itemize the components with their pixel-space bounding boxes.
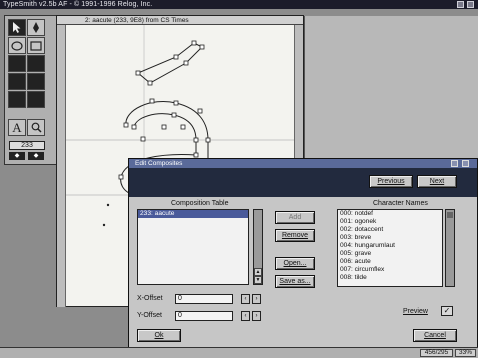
character-name-row[interactable]: 000: notdef (338, 210, 442, 218)
app-title-bar: TypeSmith v2.5b AF - © 1991-1996 Relog, … (0, 0, 478, 9)
y-offset-label: Y-Offset (137, 312, 162, 319)
x-offset-decrease-button[interactable]: ‹ (241, 294, 250, 304)
character-name-row[interactable]: 002: dotaccent (338, 226, 442, 234)
tangent-tool-icon[interactable] (27, 73, 45, 90)
text-tool-icon[interactable]: A (8, 119, 26, 136)
remove-button[interactable]: Remove (275, 229, 315, 242)
x-offset-label: X-Offset (137, 295, 163, 302)
next-glyph-button[interactable]: ◆ (28, 152, 44, 160)
ellipse-tool-icon[interactable] (8, 37, 26, 54)
coordinate-readout: 456/295 (420, 349, 453, 357)
x-offset-increase-button[interactable]: › (252, 294, 261, 304)
scroll-up-icon[interactable]: ▲ (254, 268, 262, 276)
save-as-button[interactable]: Save as... (275, 275, 315, 288)
open-button[interactable]: Open... (275, 257, 315, 270)
corner-tool-icon[interactable] (8, 73, 26, 90)
arrow-tool-icon[interactable] (8, 19, 26, 36)
composition-table-list[interactable]: 233: aacute (137, 209, 249, 285)
letter-a-inner-outline (133, 113, 197, 155)
character-name-row[interactable]: 005: grave (338, 250, 442, 258)
y-offset-decrease-button[interactable]: ‹ (241, 311, 250, 321)
glyph-window-left-scrollbar[interactable] (57, 25, 66, 307)
glyph-window-title-bar: 2: aacute (233, 9E8) from CS Times (57, 16, 303, 25)
previous-button[interactable]: Previous (369, 175, 413, 188)
app-title: TypeSmith v2.5b AF - © 1991-1996 Relog, … (3, 1, 153, 8)
point-tool-icon[interactable] (8, 55, 26, 72)
character-name-row[interactable]: 007: circumflex (338, 266, 442, 274)
zoom-level: 33% (455, 349, 476, 357)
status-bar: 456/295 33% (0, 347, 478, 358)
x-offset-field[interactable]: 0 (175, 294, 233, 304)
dialog-close-icon[interactable] (462, 160, 469, 167)
add-button[interactable]: Add (275, 211, 315, 224)
acute-accent-outline (137, 42, 203, 84)
character-name-row[interactable]: 004: hungarumlaut (338, 242, 442, 250)
preview-label: Preview (403, 308, 428, 315)
ok-button[interactable]: Ok (137, 329, 181, 342)
cancel-button[interactable]: Cancel (413, 329, 457, 342)
origin-point (106, 203, 110, 207)
rotate-tool-icon[interactable] (27, 91, 45, 108)
pen-tool-icon[interactable] (27, 19, 45, 36)
minimize-icon[interactable] (457, 1, 464, 8)
prev-glyph-button[interactable]: ◆ (9, 152, 25, 160)
character-names-scrollbar[interactable] (445, 209, 455, 287)
scroll-down-icon[interactable]: ▼ (254, 276, 262, 284)
dialog-minimize-icon[interactable] (451, 160, 458, 167)
edit-composites-dialog: Edit Composites Previous Next Compositio… (128, 158, 478, 348)
character-name-row[interactable]: 003: breve (338, 234, 442, 242)
character-names-list[interactable]: 000: notdef 001: ogonek 002: dotaccent 0… (337, 209, 443, 287)
y-offset-increase-button[interactable]: › (252, 311, 261, 321)
y-offset-field[interactable]: 0 (175, 311, 233, 321)
width-point (102, 223, 106, 227)
dialog-header-band: Previous Next (129, 168, 477, 197)
character-name-row[interactable]: 006: acute (338, 258, 442, 266)
background-window (304, 16, 478, 158)
smooth-point-tool-icon[interactable] (27, 55, 45, 72)
point-size-field[interactable]: 233 (9, 141, 45, 150)
dialog-title-bar: Edit Composites (129, 159, 477, 168)
glyph-window-title: 2: aacute (233, 9E8) from CS Times (85, 17, 189, 24)
composition-scrollbar[interactable]: ▲ ▼ (253, 209, 263, 285)
zoom-tool-icon[interactable] (27, 119, 45, 136)
character-names-label: Character Names (373, 200, 428, 207)
character-name-row[interactable]: 001: ogonek (338, 218, 442, 226)
preview-checkbox[interactable]: ✓ (441, 306, 453, 316)
character-name-row[interactable]: 008: tilde (338, 274, 442, 282)
rectangle-tool-icon[interactable] (27, 37, 45, 54)
dialog-title: Edit Composites (135, 160, 183, 167)
scroll-thumb[interactable] (447, 212, 453, 218)
composition-table-label: Composition Table (171, 200, 229, 207)
composition-row[interactable]: 233: aacute (138, 210, 248, 218)
knife-tool-icon[interactable] (8, 91, 26, 108)
next-button[interactable]: Next (417, 175, 457, 188)
maximize-icon[interactable] (467, 1, 474, 8)
